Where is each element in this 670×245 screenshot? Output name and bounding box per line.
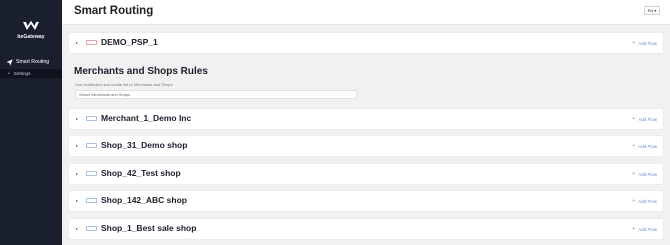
bullet-icon: •	[8, 70, 10, 77]
psp-flag-icon	[86, 40, 97, 45]
sidebar-item-label: Settings	[13, 71, 31, 76]
merchant-flag-icon	[86, 116, 97, 121]
chevron-right-icon[interactable]: ▸	[76, 40, 78, 45]
add-flow-button[interactable]: + Add Flow	[632, 171, 657, 177]
plus-icon: +	[632, 143, 636, 149]
rule-card[interactable]: ▸ Shop_42_Test shop + Add Flow	[69, 164, 663, 184]
add-flow-button[interactable]: + Add Flow	[632, 143, 657, 149]
sidebar-item-label: Smart Routing	[16, 59, 50, 65]
card-title: Shop_31_Demo shop	[101, 140, 188, 150]
begateway-logo-icon	[23, 20, 39, 30]
plus-icon: +	[632, 198, 636, 204]
merchants-multiselect[interactable]: Select Merchants and Shops	[75, 90, 357, 99]
sidebar-item-settings[interactable]: • Settings	[0, 69, 62, 78]
section-description: Use multiselect and create list of Merch…	[75, 82, 173, 87]
card-title: Shop_42_Test shop	[101, 168, 181, 178]
psp-card[interactable]: ▸ DEMO_PSP_1 + Add Flow	[69, 33, 663, 53]
send-icon	[6, 58, 13, 66]
chevron-right-icon[interactable]: ▸	[76, 143, 78, 148]
add-flow-label: Add Flow	[638, 143, 657, 149]
plus-icon: +	[632, 226, 636, 232]
add-flow-label: Add Flow	[638, 116, 657, 122]
add-flow-button[interactable]: + Add Flow	[632, 116, 657, 122]
rule-card[interactable]: ▸ Shop_1_Best sale shop + Add Flow	[69, 219, 663, 239]
add-flow-button[interactable]: + Add Flow	[632, 198, 657, 204]
chevron-right-icon[interactable]: ▸	[76, 226, 78, 231]
language-selector[interactable]: EN ▾	[644, 6, 660, 15]
shop-flag-icon	[86, 143, 97, 148]
add-flow-label: Add Flow	[638, 226, 657, 232]
chevron-right-icon[interactable]: ▸	[76, 198, 78, 203]
card-title: DEMO_PSP_1	[101, 37, 158, 47]
chevron-right-icon[interactable]: ▸	[76, 116, 78, 121]
plus-icon: +	[632, 40, 636, 46]
add-flow-label: Add Flow	[638, 40, 657, 46]
section-title: Merchants and Shops Rules	[74, 66, 208, 77]
shop-flag-icon	[86, 198, 97, 203]
logo[interactable]: beGateway	[9, 20, 53, 40]
card-title: Shop_142_ABC shop	[101, 195, 187, 205]
rule-card[interactable]: ▸ Merchant_1_Demo Inc + Add Flow	[69, 109, 663, 129]
rule-card[interactable]: ▸ Shop_142_ABC shop + Add Flow	[69, 191, 663, 211]
add-flow-button[interactable]: + Add Flow	[632, 226, 657, 232]
card-title: Shop_1_Best sale shop	[101, 223, 197, 233]
card-title: Merchant_1_Demo Inc	[101, 113, 192, 123]
add-flow-label: Add Flow	[638, 198, 657, 204]
sidebar: beGateway Smart Routing • Settings	[0, 0, 62, 245]
add-flow-label: Add Flow	[638, 171, 657, 177]
plus-icon: +	[632, 171, 636, 177]
chevron-right-icon[interactable]: ▸	[76, 171, 78, 176]
shop-flag-icon	[86, 226, 97, 231]
shop-flag-icon	[86, 171, 97, 176]
plus-icon: +	[632, 116, 636, 122]
page-title: Smart Routing	[74, 5, 154, 17]
rule-card[interactable]: ▸ Shop_31_Demo shop + Add Flow	[69, 136, 663, 156]
add-flow-button[interactable]: + Add Flow	[632, 40, 657, 46]
top-header: Smart Routing EN ▾	[62, 0, 670, 25]
logo-text: beGateway	[17, 34, 45, 40]
sidebar-item-smart-routing[interactable]: Smart Routing	[0, 56, 62, 68]
